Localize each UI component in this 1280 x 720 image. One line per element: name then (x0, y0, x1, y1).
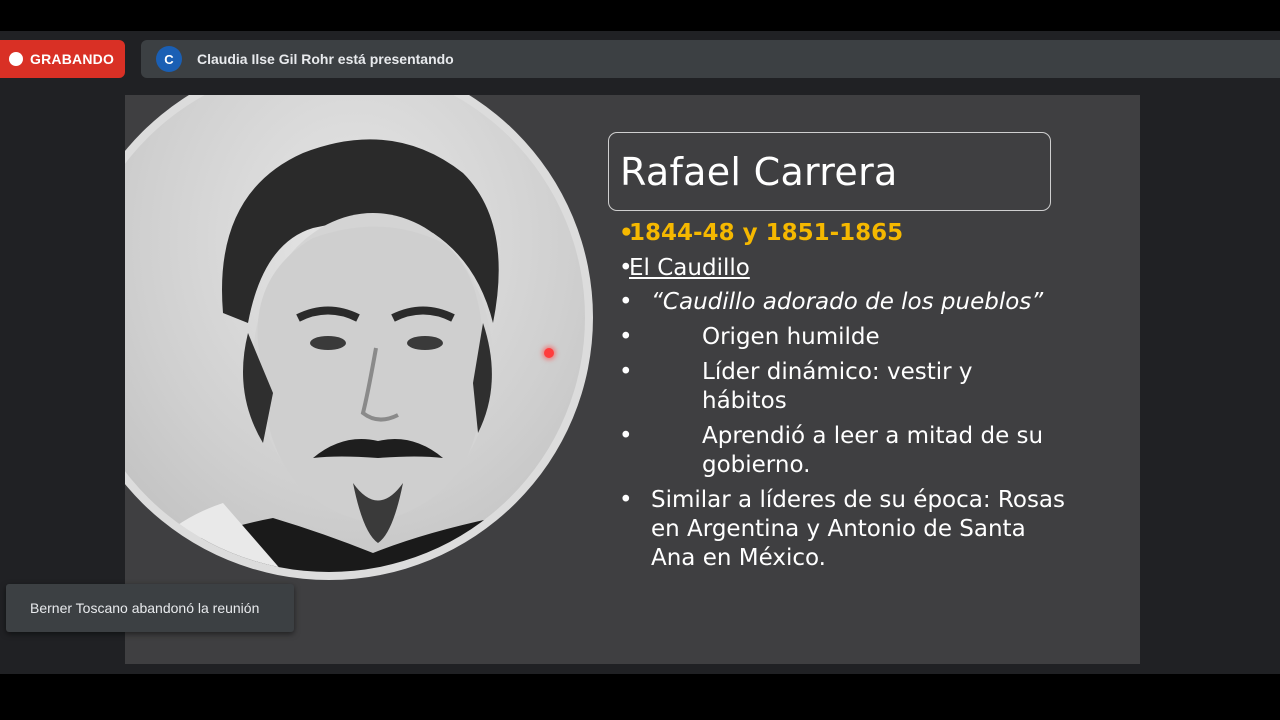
bullet-text: gobierno. (702, 452, 811, 478)
leave-notification: Berner Toscano abandonó la reunión (6, 584, 294, 632)
laser-pointer-icon (544, 348, 554, 358)
bullet-marker: • (619, 359, 633, 385)
bullet-list: • 1844-48 y 1851-1865 • El Caudillo • “C… (619, 219, 1099, 573)
bullet-similar: • Similar a líderes de su época: Rosas e… (619, 486, 1099, 573)
bullet-text: Ana en México. (651, 545, 826, 571)
bullet-origin: • Origen humilde (619, 323, 1099, 352)
bullet-text: en Argentina y Antonio de Santa (651, 516, 1026, 542)
portrait-illustration (133, 139, 585, 572)
bullet-quote: • “Caudillo adorado de los pueblos” (619, 288, 1099, 317)
bullet-dates: • 1844-48 y 1851-1865 (619, 219, 1099, 248)
bullet-leader: • Líder dinámico: vestir y hábitos (619, 358, 1099, 416)
bullet-text: hábitos (702, 388, 787, 414)
slide-title-text: Rafael Carrera (620, 149, 898, 194)
shared-slide: Rafael Carrera • 1844-48 y 1851-1865 • E… (125, 95, 1140, 664)
bullet-marker: • (619, 255, 633, 281)
recording-label: GRABANDO (30, 51, 115, 67)
bullet-learned: • Aprendió a leer a mitad de su gobierno… (619, 422, 1099, 480)
bullet-marker: • (619, 487, 633, 513)
bullet-marker: • (619, 324, 633, 350)
bullet-text: “Caudillo adorado de los pueblos” (651, 289, 1044, 315)
bullet-text: Origen humilde (702, 324, 880, 350)
bullet-text: 1844-48 y 1851-1865 (629, 220, 904, 246)
presenter-text: Claudia Ilse Gil Rohr está presentando (197, 51, 454, 67)
recording-indicator[interactable]: GRABANDO (0, 40, 125, 78)
avatar: C (156, 46, 182, 72)
bullet-marker: • (619, 289, 633, 315)
bullet-marker: • (619, 220, 634, 246)
bullet-text: El Caudillo (629, 255, 750, 281)
notification-text: Berner Toscano abandonó la reunión (30, 600, 260, 616)
bullet-caudillo: • El Caudillo (619, 254, 1099, 283)
presenter-banner: C Claudia Ilse Gil Rohr está presentando (141, 40, 1280, 78)
record-dot-icon (9, 52, 23, 66)
portrait-image (125, 95, 593, 580)
bullet-text: Aprendió a leer a mitad de su (702, 423, 1044, 449)
bullet-text: Similar a líderes de su época: Rosas (651, 487, 1065, 513)
bullet-marker: • (619, 423, 633, 449)
slide-title: Rafael Carrera (608, 132, 1051, 211)
bullet-text: Líder dinámico: vestir y (702, 359, 973, 385)
